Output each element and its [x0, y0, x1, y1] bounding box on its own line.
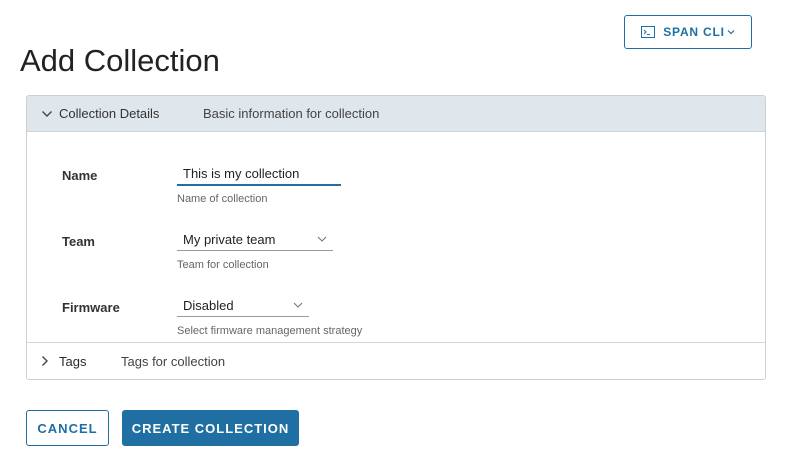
collection-details-body: Name Name of collection Team My private … — [27, 132, 765, 345]
firmware-helper: Select firmware management strategy — [177, 325, 363, 337]
firmware-select-value: Disabled — [183, 297, 234, 313]
team-select-value: My private team — [183, 231, 276, 247]
section-header-collection-details[interactable]: Collection Details Basic information for… — [27, 96, 765, 132]
name-helper: Name of collection — [177, 193, 268, 205]
section-title: Tags — [59, 353, 87, 369]
chevron-right-icon — [41, 355, 55, 367]
section-description: Tags for collection — [121, 353, 226, 369]
span-cli-label: SPAN CLI — [663, 25, 725, 39]
chevron-down-icon — [41, 110, 55, 118]
chevron-down-icon — [727, 29, 735, 35]
chevron-down-icon — [293, 302, 303, 308]
create-collection-button[interactable]: CREATE COLLECTION — [122, 410, 299, 446]
terminal-icon — [641, 26, 656, 38]
team-select[interactable]: My private team — [177, 228, 333, 251]
collection-form-accordion: Collection Details Basic information for… — [26, 95, 766, 380]
cancel-button[interactable]: CANCEL — [26, 410, 109, 446]
firmware-label: Firmware — [62, 300, 120, 315]
section-title: Collection Details — [59, 106, 160, 121]
firmware-select[interactable]: Disabled — [177, 294, 309, 317]
team-helper: Team for collection — [177, 259, 269, 271]
name-label: Name — [62, 168, 98, 183]
name-input[interactable] — [177, 163, 341, 186]
team-label: Team — [62, 234, 95, 249]
section-description: Basic information for collection — [203, 106, 380, 121]
span-cli-button[interactable]: SPAN CLI — [624, 15, 752, 49]
page-title: Add Collection — [20, 43, 220, 78]
section-header-tags[interactable]: Tags Tags for collection — [27, 342, 765, 379]
chevron-down-icon — [317, 236, 327, 242]
